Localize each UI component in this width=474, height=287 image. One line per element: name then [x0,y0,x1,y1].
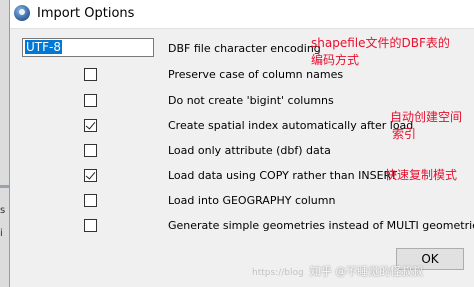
import-options-dialog: Import Options UTF-8 DBF file character … [9,0,474,287]
preserve-case-label: Preserve case of column names [168,68,344,81]
attribute-only-checkbox[interactable] [84,144,97,157]
geography-column-checkbox[interactable] [84,194,97,207]
app-globe-icon [14,5,30,21]
background-window-text: i [0,228,3,239]
encoding-annotation-line2: 编码方式 [311,53,360,67]
copy-mode-label: Load data using COPY rather than INSERT [168,169,398,182]
copy-annotation: 快速复制模式 [385,168,458,182]
geography-column-label: Load into GEOGRAPHY column [168,194,336,207]
preserve-case-checkbox[interactable] [84,68,97,81]
no-bigint-label: Do not create 'bigint' columns [168,94,334,107]
checkmark-icon [85,169,96,180]
copy-mode-checkbox[interactable] [84,169,97,182]
background-window-edge: s i [0,0,9,287]
encoding-annotation-line1: shapefile文件的DBF表的 [311,36,450,50]
no-bigint-checkbox[interactable] [84,94,97,107]
spatial-annotation-line2: 索引 [392,127,417,141]
simple-geometries-checkbox[interactable] [84,219,97,232]
encoding-label: DBF file character encoding [168,42,321,55]
simple-geometries-label: Generate simple geometries instead of MU… [168,219,474,232]
watermark-url: https://blog [252,268,304,278]
encoding-input[interactable]: UTF-8 [22,38,154,57]
watermark-text: 知乎 @不睡觉的怪叔叔 [309,265,424,278]
attribute-only-label: Load only attribute (dbf) data [168,144,331,157]
spatial-annotation-line1: 自动创建空间 [390,110,463,124]
encoding-input-value: UTF-8 [25,40,62,54]
title-bar[interactable]: Import Options [10,0,474,29]
checkmark-icon [85,119,96,130]
watermark: https://blog 知乎 @不睡觉的怪叔叔 [252,263,423,279]
window-title: Import Options [37,6,135,21]
background-window-strip [0,185,9,188]
spatial-index-label: Create spatial index automatically after… [168,119,414,132]
background-window-text: s [0,205,6,216]
spatial-index-checkbox[interactable] [84,119,97,132]
